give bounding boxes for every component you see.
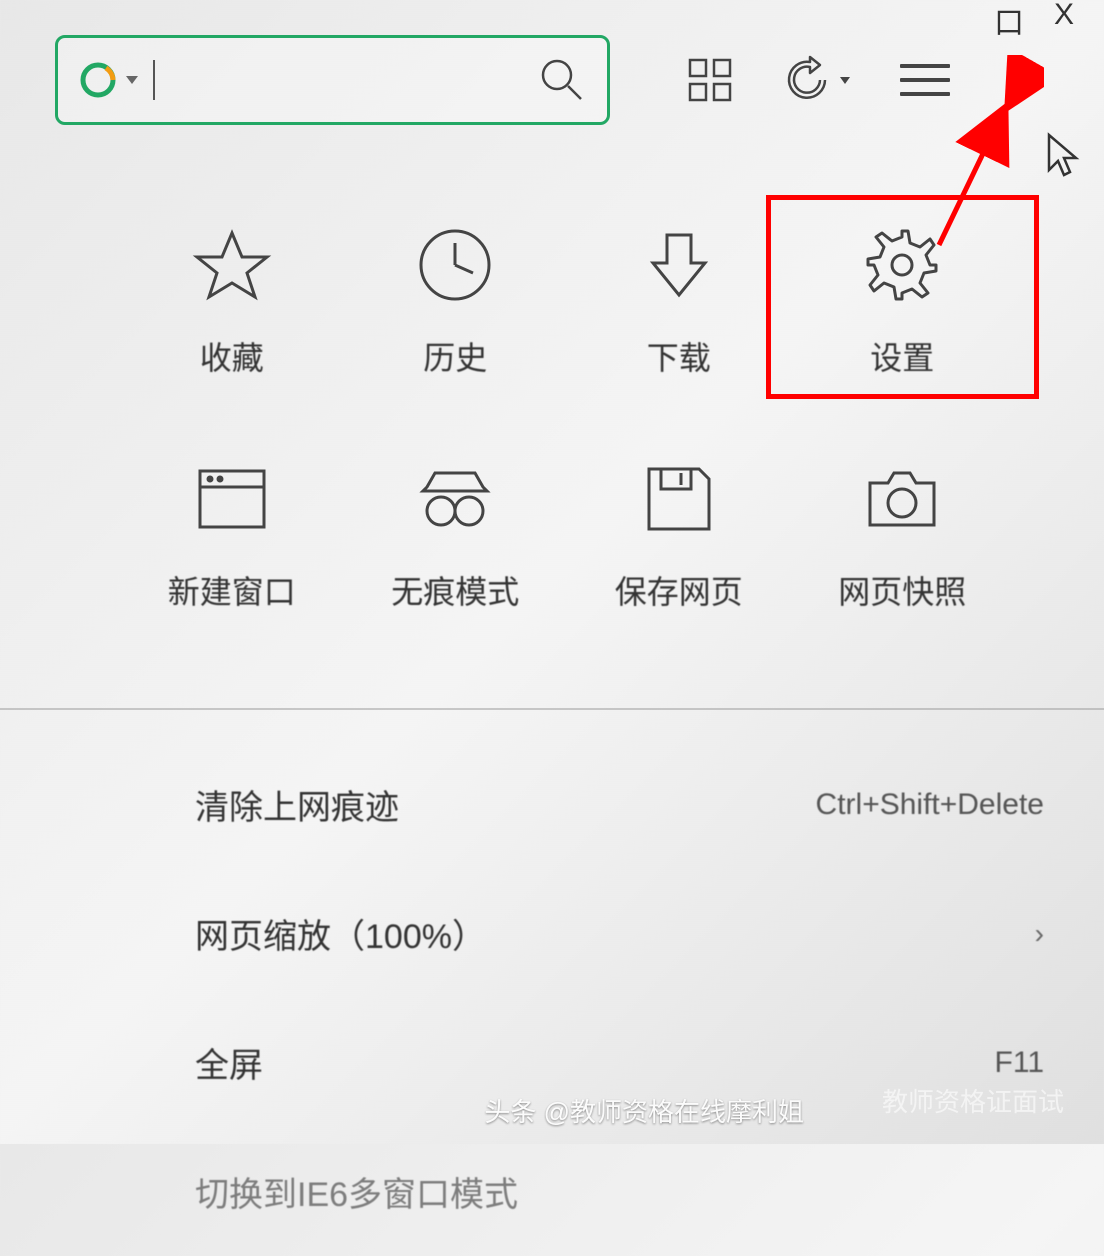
menu-item-ie-mode[interactable]: 切换到IE6多窗口模式 bbox=[195, 1127, 1044, 1256]
maximize-button[interactable]: 口 bbox=[994, 0, 1024, 42]
undo-icon[interactable] bbox=[785, 55, 835, 105]
browser-logo-icon bbox=[78, 60, 118, 100]
list-shortcut: Ctrl+Shift+Delete bbox=[816, 788, 1044, 822]
menu-label: 下载 bbox=[647, 333, 711, 379]
top-toolbar bbox=[0, 0, 1104, 125]
chevron-right-icon: › bbox=[1035, 918, 1044, 950]
menu-item-downloads[interactable]: 下载 bbox=[567, 225, 791, 379]
list-shortcut: F11 bbox=[995, 1046, 1044, 1080]
menu-item-zoom[interactable]: 网页缩放（100%） › bbox=[195, 869, 1044, 998]
camera-icon bbox=[862, 459, 942, 539]
menu-item-incognito[interactable]: 无痕模式 bbox=[344, 459, 568, 613]
menu-label: 收藏 bbox=[200, 333, 264, 379]
menu-item-history[interactable]: 历史 bbox=[344, 225, 568, 379]
window-controls: 口 X bbox=[994, 0, 1074, 42]
menu-item-snapshot[interactable]: 网页快照 bbox=[791, 459, 1015, 613]
list-label: 全屏 bbox=[195, 1038, 263, 1087]
divider bbox=[0, 708, 1104, 710]
hamburger-menu-icon[interactable] bbox=[900, 64, 950, 96]
list-label: 网页缩放（100%） bbox=[195, 909, 486, 958]
menu-item-clear-history[interactable]: 清除上网痕迹 Ctrl+Shift+Delete bbox=[195, 740, 1044, 869]
incognito-icon bbox=[415, 459, 495, 539]
menu-label: 新建窗口 bbox=[168, 567, 296, 613]
clock-icon bbox=[415, 225, 495, 305]
cursor-pointer-icon bbox=[1044, 130, 1084, 185]
menu-item-save-page[interactable]: 保存网页 bbox=[567, 459, 791, 613]
menu-label: 网页快照 bbox=[838, 567, 966, 613]
menu-label: 设置 bbox=[870, 333, 934, 379]
list-label: 清除上网痕迹 bbox=[195, 780, 399, 829]
menu-item-settings[interactable]: 设置 bbox=[791, 225, 1015, 379]
undo-dropdown-icon[interactable] bbox=[840, 77, 850, 84]
watermark-text-2: 教师资格证面试 bbox=[882, 1082, 1064, 1119]
menu-list: 清除上网痕迹 Ctrl+Shift+Delete 网页缩放（100%） › 全屏… bbox=[0, 710, 1104, 1256]
gear-icon bbox=[862, 225, 942, 305]
search-engine-dropdown-icon[interactable] bbox=[126, 76, 138, 84]
menu-item-favorites[interactable]: 收藏 bbox=[120, 225, 344, 379]
grid-icon[interactable] bbox=[685, 55, 735, 105]
menu-item-new-window[interactable]: 新建窗口 bbox=[120, 459, 344, 613]
menu-label: 保存网页 bbox=[615, 567, 743, 613]
search-box[interactable] bbox=[55, 35, 610, 125]
menu-grid: 收藏 历史 下载 设置 新建窗口 无痕模式 保存网页 bbox=[0, 125, 1104, 653]
star-icon bbox=[192, 225, 272, 305]
search-icon[interactable] bbox=[537, 55, 587, 105]
window-icon bbox=[192, 459, 272, 539]
save-icon bbox=[639, 459, 719, 539]
menu-label: 历史 bbox=[423, 333, 487, 379]
download-icon bbox=[639, 225, 719, 305]
list-label: 切换到IE6多窗口模式 bbox=[195, 1167, 518, 1216]
watermark-text: 头条 @教师资格在线摩利姐 bbox=[484, 1092, 804, 1129]
close-button[interactable]: X bbox=[1054, 0, 1074, 42]
menu-label: 无痕模式 bbox=[391, 567, 519, 613]
